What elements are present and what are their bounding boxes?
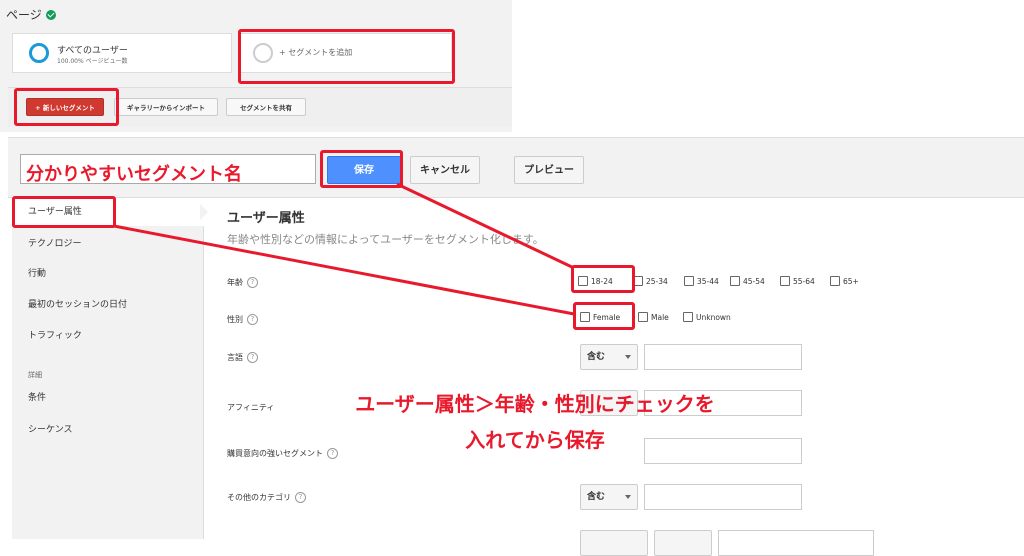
highlight-gender-female	[573, 302, 635, 330]
annotation-lines	[113, 182, 575, 316]
highlight-add-segment	[238, 29, 455, 84]
instruction-line-2: 入れてから保存	[465, 428, 605, 452]
instruction-line-1: ユーザー属性＞年齢・性別にチェックを	[355, 392, 715, 416]
highlight-age-18-24	[571, 265, 635, 293]
annotation-line-save	[396, 182, 575, 270]
highlight-save	[320, 150, 403, 188]
highlight-demographics	[12, 196, 116, 228]
highlight-new-segment	[14, 88, 119, 126]
annotation-line-demographics	[113, 224, 575, 316]
